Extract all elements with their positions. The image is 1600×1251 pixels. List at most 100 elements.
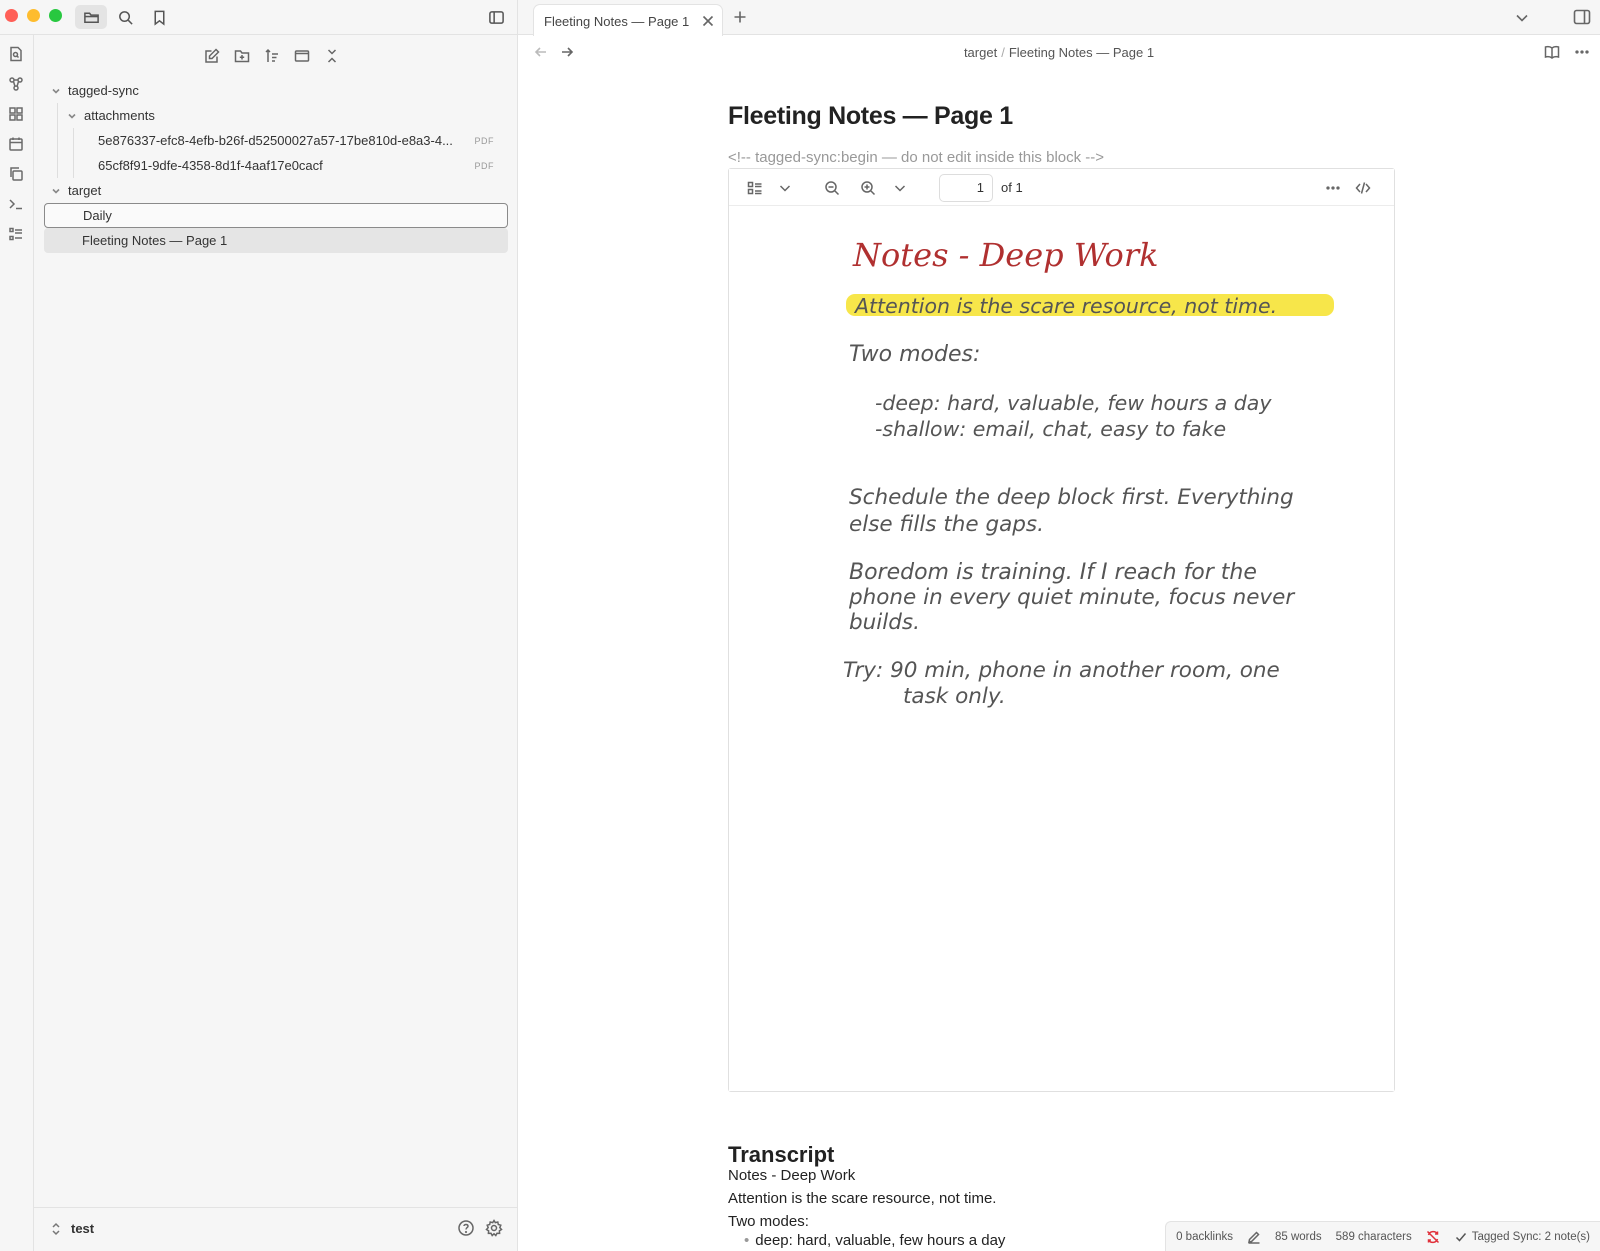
- file-daily[interactable]: Daily: [44, 203, 508, 228]
- reveal-icon: [294, 50, 310, 62]
- collapse-all-button[interactable]: [320, 44, 344, 68]
- more-options-button[interactable]: [1574, 44, 1590, 63]
- word-count: 85 words: [1274, 1230, 1322, 1243]
- zoom-in-icon: [861, 181, 876, 196]
- ribbon-command-palette[interactable]: [4, 192, 28, 216]
- hw-mode-deep: -deep: hard, valuable, few hours a day: [875, 391, 1272, 415]
- reading-view-button[interactable]: [1544, 44, 1560, 63]
- hw-try-line1: Try: 90 min, phone in another room, one: [843, 658, 1280, 683]
- ribbon-canvas[interactable]: [4, 102, 28, 126]
- page-number-input[interactable]: 1: [939, 174, 993, 202]
- search-tab[interactable]: [109, 5, 141, 29]
- zoom-out-button[interactable]: [822, 178, 842, 198]
- file-type-badge: PDF: [474, 135, 494, 146]
- calendar-icon: [9, 137, 23, 151]
- hw-para1-line2: else fills the gaps.: [849, 512, 1044, 537]
- left-ribbon: [0, 35, 34, 1251]
- breadcrumb-folder[interactable]: target: [964, 45, 997, 60]
- tab-fleeting-notes[interactable]: Fleeting Notes — Page 1: [533, 4, 723, 36]
- help-button[interactable]: [457, 1219, 475, 1240]
- zoom-in-button[interactable]: [858, 178, 878, 198]
- bullet-icon: •: [744, 1232, 750, 1249]
- chevron-down-icon: [50, 85, 62, 97]
- note-title: Fleeting Notes — Page 1: [728, 102, 1013, 130]
- bookmark-icon: [153, 10, 165, 26]
- hw-modes-label: Two modes:: [849, 342, 980, 367]
- ribbon-graph-view[interactable]: [4, 72, 28, 96]
- file-attachment-1[interactable]: 5e876337-efc8-4efb-b26f-d52500027a57-17b…: [44, 128, 508, 153]
- pdf-page: Notes - Deep Work Attention is the scare…: [729, 206, 1394, 1091]
- vault-switcher-bar: test: [34, 1207, 517, 1251]
- new-tab-button[interactable]: [732, 9, 748, 25]
- list-icon: [747, 181, 762, 195]
- pdf-more-button[interactable]: [1323, 178, 1343, 198]
- canvas-icon: [9, 107, 23, 121]
- transcript-line: Attention is the scare resource, not tim…: [728, 1190, 997, 1207]
- file-label: Daily: [83, 208, 112, 223]
- settings-button[interactable]: [485, 1219, 503, 1240]
- file-explorer-toolbar: [200, 44, 344, 68]
- bookmarks-tab[interactable]: [143, 5, 175, 29]
- new-folder-button[interactable]: [230, 44, 254, 68]
- sidebar-mode-dropdown[interactable]: [775, 178, 795, 198]
- pencil-icon[interactable]: [1247, 1230, 1261, 1244]
- hw-mode-shallow: -shallow: email, chat, easy to fake: [875, 417, 1226, 441]
- search-icon: [118, 10, 133, 25]
- folder-attachments[interactable]: attachments: [44, 103, 508, 128]
- zoom-options-dropdown[interactable]: [890, 178, 910, 198]
- list-item-text: deep: hard, valuable, few hours a day: [755, 1232, 1006, 1249]
- sidebar-toggle-icon: [1573, 9, 1591, 25]
- file-type-badge: PDF: [474, 160, 494, 171]
- chevron-down-icon: [50, 185, 62, 197]
- collapse-sidebar-button[interactable]: [480, 5, 512, 29]
- window-close-button[interactable]: [5, 9, 18, 22]
- terminal-icon: [9, 199, 22, 210]
- ribbon-open-file[interactable]: [4, 42, 28, 66]
- tab-list-button[interactable]: [1514, 10, 1530, 26]
- more-horizontal-icon: [1326, 186, 1340, 190]
- right-sidebar-toggle[interactable]: [1572, 7, 1592, 27]
- plus-icon: [734, 11, 746, 23]
- auto-reveal-button[interactable]: [290, 44, 314, 68]
- file-attachment-2[interactable]: 65cf8f91-9dfe-4358-8d1f-4aaf17e0cacf PDF: [44, 153, 508, 178]
- folder-tagged-sync[interactable]: tagged-sync: [44, 78, 508, 103]
- toggle-source-button[interactable]: [1353, 178, 1373, 198]
- collapse-all-icon: [327, 49, 337, 63]
- window-maximize-button[interactable]: [49, 9, 62, 22]
- sync-off-icon[interactable]: [1426, 1230, 1440, 1244]
- chevron-up-down-icon: [52, 1222, 60, 1236]
- tab-bar: Fleeting Notes — Page 1: [518, 0, 1600, 36]
- new-note-button[interactable]: [200, 44, 224, 68]
- new-folder-icon: [234, 50, 250, 63]
- hw-highlight: Attention is the scare resource, not tim…: [853, 294, 1277, 318]
- file-explorer-tab[interactable]: [75, 5, 107, 29]
- folder-label: tagged-sync: [68, 83, 139, 98]
- close-icon: [702, 15, 714, 27]
- chevron-down-icon: [894, 185, 906, 192]
- hw-try-line2: task only.: [903, 684, 1006, 709]
- backlinks-count[interactable]: 0 backlinks: [1176, 1231, 1233, 1243]
- ribbon-daily-note[interactable]: [4, 132, 28, 156]
- close-tab-button[interactable]: [700, 13, 716, 29]
- ribbon-outline[interactable]: [4, 222, 28, 246]
- vault-name[interactable]: test: [71, 1221, 94, 1236]
- file-fleeting-notes[interactable]: Fleeting Notes — Page 1: [44, 228, 508, 253]
- code-icon: [1355, 182, 1371, 194]
- folder-label: attachments: [84, 108, 155, 123]
- folder-target[interactable]: target: [44, 178, 508, 203]
- sync-comment: <!-- tagged-sync:begin — do not edit ins…: [728, 149, 1105, 166]
- help-icon: [458, 1220, 474, 1236]
- tagged-sync-status[interactable]: Tagged Sync: 2 note(s): [1472, 1231, 1590, 1243]
- transcript-heading: Transcript: [728, 1142, 835, 1167]
- file-search-icon: [10, 46, 22, 62]
- tab-title: Fleeting Notes — Page 1: [544, 14, 690, 29]
- pdf-toolbar: 1 of 1: [729, 169, 1394, 206]
- vault-switcher-button[interactable]: [50, 1222, 62, 1239]
- ribbon-templates[interactable]: [4, 162, 28, 186]
- book-open-icon: [1544, 45, 1560, 59]
- breadcrumb-file[interactable]: Fleeting Notes — Page 1: [1009, 45, 1154, 60]
- toggle-thumbnails-button[interactable]: [745, 178, 765, 198]
- window-minimize-button[interactable]: [27, 9, 40, 22]
- character-count: 589 characters: [1335, 1230, 1412, 1243]
- sort-button[interactable]: [260, 44, 284, 68]
